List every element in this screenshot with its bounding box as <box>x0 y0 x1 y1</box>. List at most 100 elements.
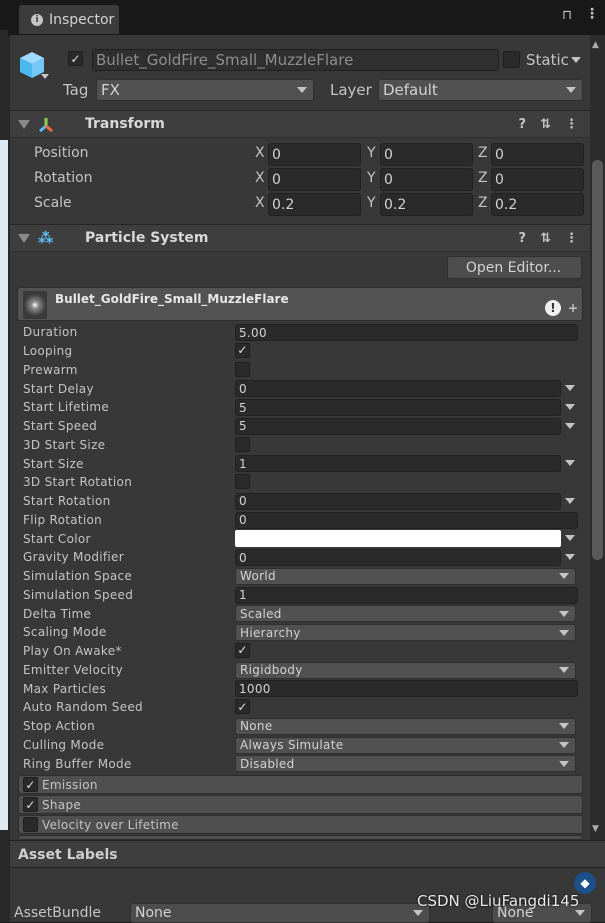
looping-checkbox[interactable]: ✓ <box>235 342 250 358</box>
prewarm-checkbox[interactable] <box>235 361 250 377</box>
rotation-y-input[interactable]: 0 <box>380 168 473 191</box>
add-icon[interactable]: + <box>568 301 578 315</box>
foldout-arrow-icon[interactable] <box>18 233 30 243</box>
curve-mode-dropdown-arrow[interactable] <box>565 460 575 467</box>
simulation-speed-input[interactable]: 1 <box>235 586 578 604</box>
tab-inspector[interactable]: i Inspector <box>19 5 119 34</box>
more-options-icon[interactable]: ⋮ <box>565 117 578 132</box>
max-particles-input[interactable]: 1000 <box>235 680 578 698</box>
active-checkbox[interactable]: ✓ <box>68 51 83 66</box>
axis-label-z[interactable]: Z <box>478 195 488 211</box>
transform-header[interactable]: Transform ? ⇅ ⋮ <box>10 110 590 138</box>
play-on-awake-checkbox[interactable]: ✓ <box>235 642 250 658</box>
shape-enable-checkbox[interactable]: ✓ <box>23 797 38 812</box>
emitter-velocity-dropdown[interactable]: Rigidbody <box>235 661 576 679</box>
more-options-icon[interactable]: ⋮ <box>585 6 599 22</box>
scale-y-input[interactable]: 0.2 <box>380 193 473 216</box>
module-shape[interactable]: ✓ Shape <box>18 795 583 814</box>
particle-system-name: Bullet_GoldFire_Small_MuzzleFlare <box>55 292 289 306</box>
assetbundle-label: AssetBundle <box>14 905 102 921</box>
more-options-icon[interactable]: ⋮ <box>565 231 578 246</box>
curve-mode-dropdown-arrow[interactable] <box>565 385 575 392</box>
axis-label-z[interactable]: Z <box>478 145 488 161</box>
axis-label-x[interactable]: X <box>255 195 265 211</box>
gravity-modifier-input[interactable]: 0 <box>235 549 561 566</box>
particle-system-icon: ⁂ <box>38 229 54 247</box>
axis-label-y[interactable]: Y <box>367 195 376 211</box>
start-speed-input[interactable]: 5 <box>235 417 561 435</box>
flip-rotation-input[interactable]: 0 <box>235 511 578 529</box>
property-row: Stop Action None <box>23 717 583 736</box>
help-icon[interactable]: ? <box>519 117 527 132</box>
curve-mode-dropdown-arrow[interactable] <box>565 404 575 410</box>
assetbundle-dropdown[interactable]: None <box>130 903 430 923</box>
static-dropdown-arrow[interactable] <box>571 57 581 63</box>
start-rotation-input[interactable]: 0 <box>235 492 561 510</box>
property-label: Start Color <box>23 531 91 546</box>
module-velocity-over-lifetime[interactable]: Velocity over Lifetime <box>18 815 583 834</box>
transform-row-label: Scale <box>34 195 72 211</box>
3d-start-size-checkbox[interactable] <box>235 436 250 452</box>
chevron-down-icon <box>575 910 585 916</box>
scrollbar-thumb[interactable] <box>592 160 603 560</box>
property-label: 3D Start Rotation <box>23 475 133 490</box>
particle-system-header[interactable]: ⁂ Particle System ? ⇅ ⋮ <box>10 224 590 252</box>
ring-buffer-mode-dropdown[interactable]: Disabled <box>235 755 576 773</box>
culling-mode-dropdown[interactable]: Always Simulate <box>235 736 576 754</box>
axis-label-y[interactable]: Y <box>367 170 376 186</box>
layer-dropdown[interactable]: Default <box>378 79 583 101</box>
start-size-input[interactable]: 1 <box>235 455 561 473</box>
object-name-input[interactable]: Bullet_GoldFire_Small_MuzzleFlare <box>92 49 499 71</box>
simulation-space-dropdown[interactable]: World <box>235 567 576 585</box>
start-color-swatch[interactable] <box>235 530 561 548</box>
open-editor-button[interactable]: Open Editor... <box>447 256 582 279</box>
module-emission[interactable]: ✓ Emission <box>18 775 583 794</box>
static-checkbox[interactable] <box>503 51 520 68</box>
3d-start-rotation-checkbox[interactable] <box>235 474 250 489</box>
curve-mode-dropdown-arrow[interactable] <box>565 497 575 504</box>
axis-label-y[interactable]: Y <box>367 145 376 161</box>
color-mode-dropdown-arrow[interactable] <box>565 535 575 542</box>
auto-random-seed-checkbox[interactable]: ✓ <box>235 699 250 714</box>
axis-label-x[interactable]: X <box>255 145 265 161</box>
warning-icon[interactable]: ! <box>545 300 561 316</box>
axis-label-x[interactable]: X <box>255 170 265 186</box>
property-label: 3D Start Size <box>23 437 106 452</box>
emission-enable-checkbox[interactable]: ✓ <box>23 777 38 792</box>
presets-icon[interactable]: ⇅ <box>540 117 551 132</box>
duration-input[interactable]: 5.00 <box>235 324 578 341</box>
help-icon[interactable]: ? <box>519 231 527 246</box>
curve-mode-dropdown-arrow[interactable] <box>565 422 575 429</box>
position-x-input[interactable]: 0 <box>268 143 361 166</box>
tag-dropdown[interactable]: FX <box>96 79 314 101</box>
start-delay-input[interactable]: 0 <box>235 380 561 398</box>
position-z-input[interactable]: 0 <box>491 143 584 166</box>
chevron-down-icon <box>559 573 569 580</box>
rotation-x-input[interactable]: 0 <box>268 168 361 191</box>
scroll-up-arrow[interactable]: ▲ <box>592 40 599 50</box>
scale-x-input[interactable]: 0.2 <box>268 193 361 216</box>
foldout-arrow-icon[interactable] <box>18 119 30 129</box>
presets-icon[interactable]: ⇅ <box>540 231 551 246</box>
position-y-input[interactable]: 0 <box>380 143 473 166</box>
lock-icon[interactable]: ⊓ <box>562 8 572 23</box>
stop-action-dropdown[interactable]: None <box>235 717 576 735</box>
velocity-over-lifetime-enable-checkbox[interactable] <box>23 817 38 832</box>
property-label: Max Particles <box>23 681 107 696</box>
scene-view-edge <box>0 140 8 830</box>
start-lifetime-input[interactable]: 5 <box>235 399 561 416</box>
property-label: Start Size <box>23 456 84 471</box>
label-tag-icon[interactable]: ◆ <box>574 872 596 894</box>
scroll-down-arrow[interactable]: ▼ <box>592 824 599 834</box>
particle-system-title-bar[interactable]: Bullet_GoldFire_Small_MuzzleFlare ! + <box>17 287 583 321</box>
curve-mode-dropdown-arrow[interactable] <box>565 554 575 560</box>
icon-dropdown-arrow[interactable] <box>41 74 49 79</box>
static-label[interactable]: Static <box>526 51 569 69</box>
scaling-mode-dropdown[interactable]: Hierarchy <box>235 624 576 641</box>
delta-time-dropdown[interactable]: Scaled <box>235 605 576 623</box>
property-label: Start Delay <box>23 381 94 396</box>
scale-z-input[interactable]: 0.2 <box>491 193 584 216</box>
rotation-z-input[interactable]: 0 <box>491 168 584 191</box>
axis-label-z[interactable]: Z <box>478 170 488 186</box>
property-row: Play On Awake* ✓ <box>23 642 583 661</box>
